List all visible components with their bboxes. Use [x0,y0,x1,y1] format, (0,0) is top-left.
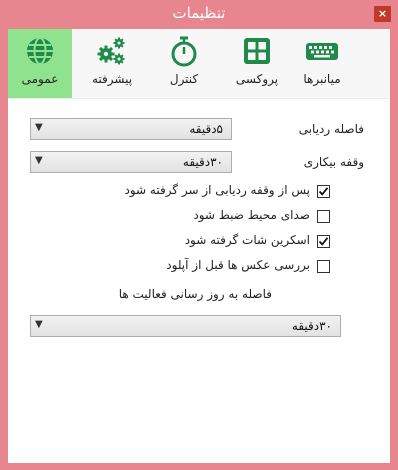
idle-pause-value: ۳۰دقیقه [182,155,223,169]
review-before-upload-label: بررسی عکس ها قبل از آپلود [166,258,310,272]
record-audio-checkbox[interactable] [317,210,330,223]
resume-after-pause-checkbox[interactable] [317,185,330,198]
review-before-upload-checkbox[interactable] [317,260,330,273]
tab-general-label: عمومی [21,72,59,86]
resume-after-pause-option[interactable]: پس از وقفه ردیابی از سر گرفته شود [8,183,390,201]
tab-proxy-label: پروکسی [235,72,279,86]
resume-after-pause-label: پس از وقفه ردیابی از سر گرفته شود [124,183,310,197]
settings-toolbar: عمومی پیشرفته کنترل پروکسی میانبرها [8,29,390,99]
chevron-down-icon: ▼ [35,122,43,133]
tracking-interval-label: فاصله ردیابی [298,122,364,136]
title-bar: تنظیمات × [0,0,398,28]
activity-update-label: فاصله به روز رسانی فعالیت ها [118,287,272,301]
keyboard-icon [306,43,338,60]
checkmark-icon [318,187,329,196]
checkmark-icon [318,237,329,246]
tab-control[interactable]: کنترل [152,29,216,98]
settings-panel: عمومی پیشرفته کنترل پروکسی میانبرها فاصل… [8,29,390,463]
grid-icon [244,38,270,64]
tab-advanced[interactable]: پیشرفته [80,29,144,98]
tracking-interval-value: ۵دقیقه [189,122,223,136]
window-title: تنظیمات [172,4,226,22]
close-button[interactable]: × [374,6,391,22]
record-audio-label: صدای محیط ضبط شود [193,208,310,222]
review-before-upload-option[interactable]: بررسی عکس ها قبل از آپلود [8,258,390,276]
activity-update-value: ۳۰دقیقه [291,319,332,333]
chevron-down-icon: ▼ [35,319,43,330]
tab-advanced-label: پیشرفته [91,72,133,86]
record-audio-option[interactable]: صدای محیط ضبط شود [8,208,390,226]
stopwatch-icon [171,36,197,67]
globe-icon [27,37,53,65]
tab-general[interactable]: عمومی [8,29,72,98]
tab-control-label: کنترل [169,72,199,86]
take-screenshot-label: اسکرین شات گرفته شود [184,233,310,247]
activity-update-select[interactable]: ▼ ۳۰دقیقه [30,315,341,337]
gears-icon [97,37,125,65]
tab-shortcuts-label: میانبرها [303,72,341,86]
idle-pause-label: وقفه بیکاری [303,155,364,169]
tab-shortcuts[interactable]: میانبرها [290,29,354,98]
idle-pause-select[interactable]: ▼ ۳۰دقیقه [30,151,232,173]
tracking-interval-select[interactable]: ▼ ۵دقیقه [30,118,232,140]
take-screenshot-option[interactable]: اسکرین شات گرفته شود [8,233,390,251]
take-screenshot-checkbox[interactable] [317,235,330,248]
chevron-down-icon: ▼ [35,155,43,166]
tab-proxy[interactable]: پروکسی [225,29,289,98]
